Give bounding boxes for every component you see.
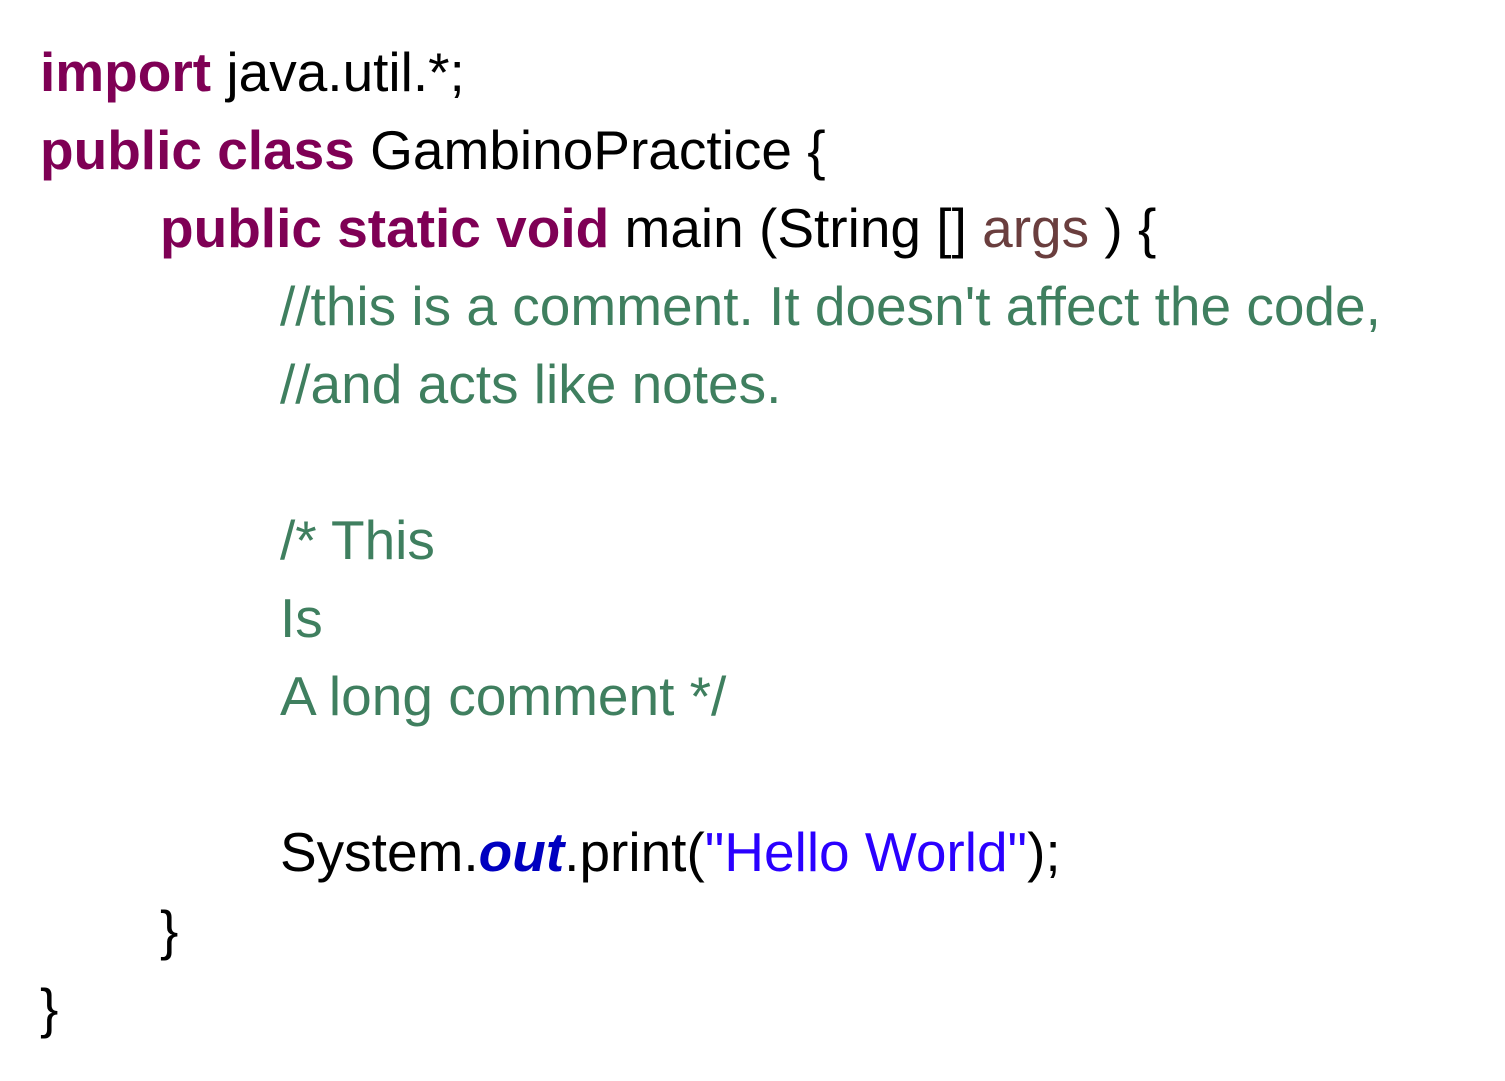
code-line-import: import java.util.*; — [40, 33, 1500, 111]
main-signature-close: ) { — [1089, 197, 1157, 259]
block-comment-line-2: Is — [280, 587, 323, 649]
parameter-args: args — [982, 197, 1090, 259]
static-field-out: out — [478, 821, 565, 883]
closing-brace-method: } — [160, 899, 179, 961]
comment-line-2: //and acts like notes. — [280, 353, 782, 415]
code-line-main-method: public static void main (String [] args … — [40, 189, 1500, 267]
block-comment-line-3: A long comment */ — [280, 665, 727, 727]
keyword-import: import — [40, 41, 212, 103]
code-line-print: System.out.print("Hello World"); — [40, 813, 1500, 891]
code-line-class-declaration: public class GambinoPractice { — [40, 111, 1500, 189]
keyword-public-static-void: public static void — [160, 197, 610, 259]
string-literal: "Hello World" — [704, 821, 1028, 883]
keyword-public-class: public class — [40, 119, 355, 181]
print-call: .print( — [564, 821, 705, 883]
print-call-close: ); — [1027, 821, 1061, 883]
class-name: GambinoPractice { — [354, 119, 826, 181]
import-statement: java.util.*; — [211, 41, 465, 103]
code-listing: import java.util.*; public class Gambino… — [40, 33, 1500, 1047]
main-signature: main (String [] — [609, 197, 983, 259]
closing-brace-class: } — [40, 977, 59, 1039]
block-comment-line-1: /* This — [280, 509, 435, 571]
comment-line-1: //this is a comment. It doesn't affect t… — [280, 275, 1381, 337]
system-class: System. — [280, 821, 479, 883]
